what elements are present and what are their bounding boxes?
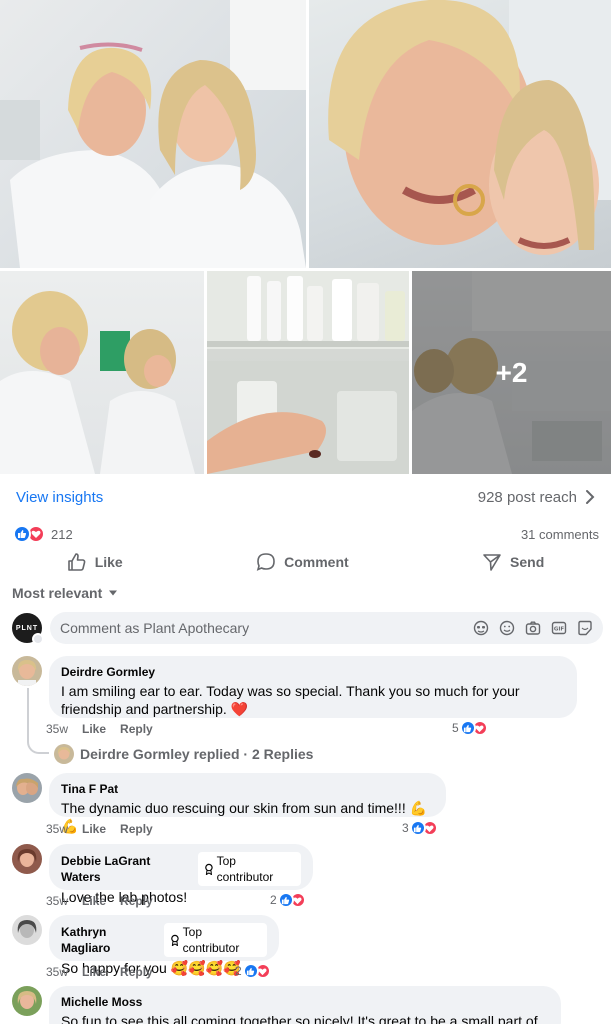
comment-meta: 35w Like Reply	[46, 894, 153, 908]
like-reaction-icon	[277, 892, 294, 908]
badge-label: Top contributor	[182, 925, 240, 955]
commenter-name[interactable]: Tina F Pat	[61, 781, 434, 797]
comment-reactions[interactable]: 5	[452, 720, 488, 736]
emoji-icon[interactable]	[499, 620, 515, 636]
comment-reaction-count: 2	[270, 893, 277, 907]
like-button-label: Like	[94, 554, 123, 570]
like-button[interactable]: Like	[67, 552, 123, 572]
chevron-right-icon	[586, 490, 595, 504]
post-photo-3[interactable]	[0, 271, 204, 474]
post-photo-2[interactable]	[309, 0, 611, 268]
photo-grid: +2	[0, 0, 611, 474]
comment-sort-dropdown[interactable]: Most relevant	[12, 582, 118, 604]
sort-label: Most relevant	[12, 585, 103, 601]
commenter-name[interactable]: Michelle Moss	[61, 994, 549, 1010]
badge-label: Top contributor	[216, 854, 274, 884]
commenter-name[interactable]: Debbie LaGrant Waters	[61, 853, 192, 885]
more-photos-overlay[interactable]: +2	[412, 271, 611, 474]
view-insights-link[interactable]: View insights	[16, 489, 103, 506]
comment-reaction-count: 3	[402, 821, 409, 835]
comment-text: I am smiling ear to ear. Today was so sp…	[61, 683, 520, 717]
award-ribbon-icon	[170, 934, 179, 946]
reply-thread-line	[27, 688, 49, 754]
view-replies-link[interactable]: Deirdre Gormley replied · 2 Replies	[54, 744, 313, 764]
comment-time[interactable]: 35w	[46, 822, 68, 836]
comment-like-button[interactable]: Like	[82, 965, 106, 979]
comment-meta: 35w Like Reply	[46, 965, 153, 979]
caret-down-icon	[109, 590, 118, 596]
comment-bubble-icon	[256, 553, 275, 571]
send-button[interactable]: Send	[482, 552, 544, 572]
send-button-label: Send	[510, 554, 545, 570]
commenter-avatar[interactable]	[12, 844, 42, 874]
comment-bubble: Tina F Pat The dynamic duo rescuing our …	[49, 773, 446, 834]
commenter-name-row: Kathryn Magliaro Top contributor	[61, 923, 267, 957]
comment-time[interactable]: 35w	[46, 894, 68, 908]
svg-text:GIF: GIF	[554, 627, 565, 633]
comment-button[interactable]: Comment	[256, 552, 349, 572]
comment-reaction-count: 2	[235, 964, 242, 978]
send-arrow-icon	[483, 554, 501, 571]
comment-bubble: Deirdre Gormley I am smiling ear to ear.…	[49, 656, 577, 718]
comment-like-button[interactable]: Like	[82, 822, 106, 836]
comment-bubble: Kathryn Magliaro Top contributor So happ…	[49, 915, 279, 976]
comment-button-label: Comment	[284, 554, 349, 570]
avatar-sticker-icon[interactable]	[473, 620, 489, 636]
insights-row: View insights 928 post reach	[0, 474, 611, 520]
camera-icon[interactable]	[525, 620, 541, 636]
comment-time[interactable]: 35w	[46, 722, 68, 736]
commenter-name-row: Debbie LaGrant Waters Top contributor	[61, 852, 301, 886]
post-reach[interactable]: 928 post reach	[478, 489, 595, 506]
comment-reply-button[interactable]: Reply	[120, 894, 153, 908]
comment-reply-button[interactable]: Reply	[120, 822, 153, 836]
comment-text: So fun to see this all coming together s…	[61, 1013, 538, 1024]
comment-reactions[interactable]: 2	[235, 963, 271, 979]
like-reaction-icon	[242, 963, 259, 979]
post-reach-text: 928 post reach	[477, 488, 577, 506]
commenter-avatar[interactable]	[12, 773, 42, 803]
page-avatar-text: PLNT	[15, 624, 39, 632]
post-photo-5[interactable]: +2	[412, 271, 611, 474]
commenter-avatar[interactable]	[12, 656, 42, 686]
comment-meta: 35w Like Reply	[46, 722, 153, 736]
comment-time[interactable]: 35w	[46, 965, 68, 979]
sticker-icon[interactable]	[577, 620, 593, 636]
comment-like-button[interactable]: Like	[82, 722, 106, 736]
commenter-name[interactable]: Kathryn Magliaro	[61, 924, 158, 956]
commenter-avatar[interactable]	[12, 915, 42, 945]
comment-composer: PLNT Comment as Plant Apothecary GIF	[12, 612, 603, 645]
page-avatar[interactable]: PLNT	[12, 613, 44, 645]
top-contributor-badge[interactable]: Top contributor	[163, 923, 267, 957]
comment-reaction-count: 5	[452, 721, 459, 735]
comment-bubble: Michelle Moss So fun to see this all com…	[49, 986, 561, 1024]
gif-icon[interactable]: GIF	[551, 620, 567, 636]
post-photo-4[interactable]	[207, 271, 409, 474]
comment-input[interactable]: Comment as Plant Apothecary GIF	[50, 612, 603, 644]
comments-count[interactable]: 31 comments	[521, 527, 599, 542]
like-reaction-icon	[13, 525, 31, 543]
thumbs-up-icon	[67, 553, 86, 571]
comment-like-button[interactable]: Like	[82, 894, 106, 908]
like-reaction-icon	[409, 820, 426, 836]
profile-switch-icon	[32, 633, 44, 645]
comment-bubble: Debbie LaGrant Waters Top contributor Lo…	[49, 844, 313, 905]
top-contributor-badge[interactable]: Top contributor	[197, 852, 301, 886]
post-photo-1[interactable]	[0, 0, 306, 268]
comment-meta: 35w Like Reply	[46, 822, 153, 836]
reaction-summary: 212 31 comments	[0, 520, 611, 548]
commenter-avatar[interactable]	[12, 986, 42, 1016]
comment-reply-button[interactable]: Reply	[120, 722, 153, 736]
like-reaction-icon	[459, 720, 476, 736]
post-actions: Like Comment Send	[0, 548, 611, 576]
award-ribbon-icon	[204, 863, 213, 875]
reaction-count: 212	[51, 526, 73, 542]
comment-reply-button[interactable]: Reply	[120, 965, 153, 979]
commenter-name[interactable]: Deirdre Gormley	[61, 664, 565, 680]
comment-input-placeholder: Comment as Plant Apothecary	[60, 620, 250, 636]
comment-reactions[interactable]: 3	[402, 820, 438, 836]
reactions-count[interactable]: 212	[13, 525, 73, 543]
replies-text: Deirdre Gormley replied · 2 Replies	[80, 746, 314, 762]
comment-reactions[interactable]: 2	[270, 892, 306, 908]
replier-avatar	[54, 744, 74, 764]
